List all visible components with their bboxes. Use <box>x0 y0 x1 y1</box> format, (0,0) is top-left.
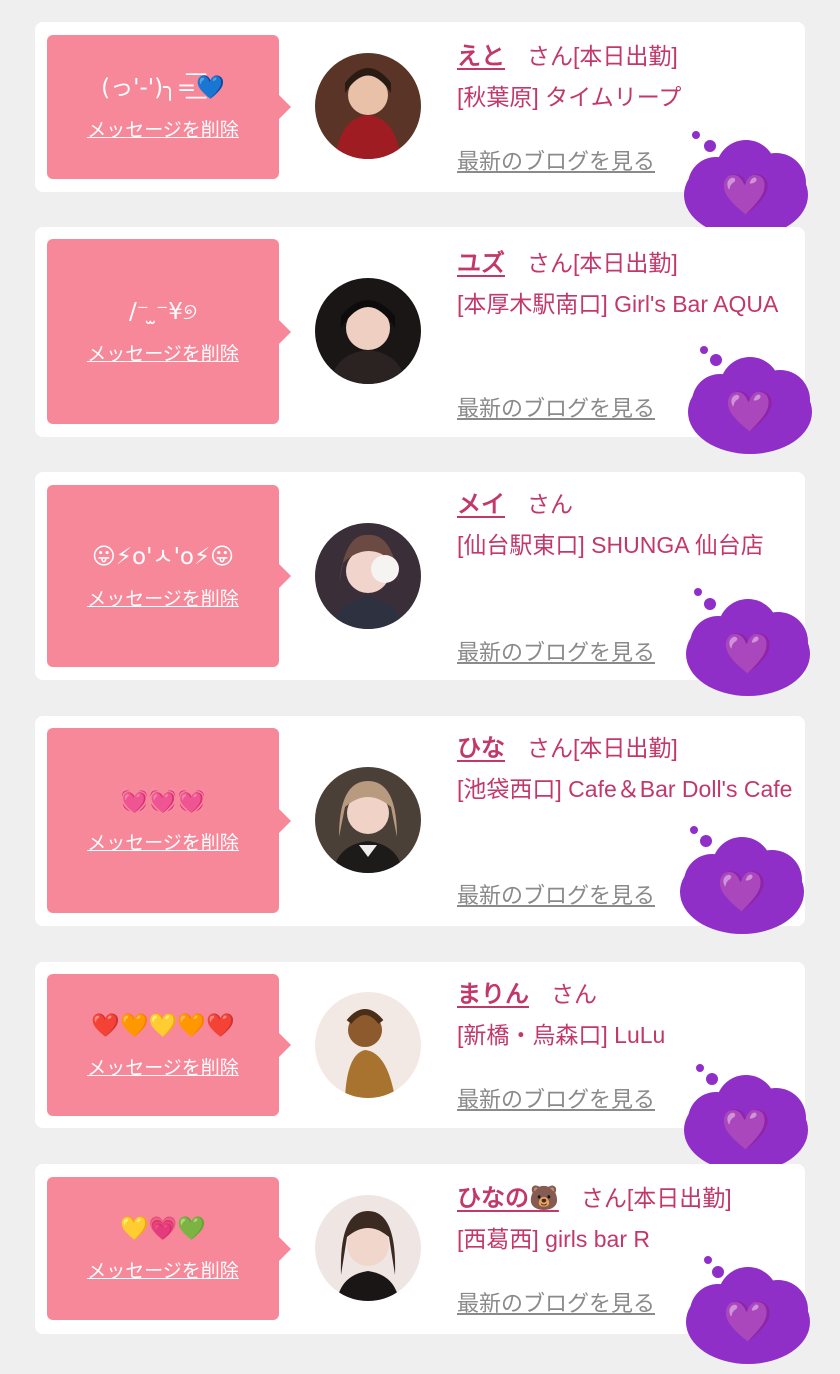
reaction-cloud[interactable]: 💜 <box>678 1252 818 1372</box>
delete-message-link[interactable]: メッセージを削除 <box>87 339 239 366</box>
shop-name: [仙台駅東口] SHUNGA 仙台店 <box>457 532 764 558</box>
purple-heart-icon: 💜 <box>725 389 775 435</box>
message-text: 💓💓💓 <box>120 788 206 814</box>
purple-heart-icon: 💜 <box>721 1107 771 1153</box>
message-bubble: 😛⚡o'ㅅ'o⚡😛 メッセージを削除 <box>47 485 291 667</box>
honorific: さん <box>527 491 573 517</box>
cast-name-link[interactable]: えと <box>457 43 505 70</box>
message-bubble: /⁻ ̫⁻¥୭ メッセージを削除 <box>47 239 291 424</box>
cast-info: メイ さん [仙台駅東口] SHUNGA 仙台店 <box>457 484 793 566</box>
message-text: 😛⚡o'ㅅ'o⚡😛 <box>91 543 235 570</box>
status-badge: [本日出勤] <box>573 250 678 276</box>
avatar[interactable] <box>315 523 421 629</box>
delete-message-link[interactable]: メッセージを削除 <box>87 828 239 855</box>
cast-info: ひな さん[本日出勤] [池袋西口] Cafe＆Bar Doll's Cafe <box>457 728 793 810</box>
message-bubble: ❤️🧡💛🧡❤️ メッセージを削除 <box>47 974 291 1116</box>
cast-name-link[interactable]: メイ <box>457 491 505 518</box>
honorific: さん <box>580 1185 627 1211</box>
status-badge: [本日出勤] <box>573 43 678 69</box>
honorific: さん <box>527 250 573 276</box>
cast-info: ユズ さん[本日出勤] [本厚木駅南口] Girl's Bar AQUA <box>457 243 793 325</box>
latest-blog-link[interactable]: 最新のブログを見る <box>457 1082 655 1114</box>
latest-blog-link[interactable]: 最新のブログを見る <box>457 391 655 423</box>
avatar[interactable] <box>315 53 421 159</box>
status-badge: [本日出勤] <box>626 1185 732 1211</box>
latest-blog-link[interactable]: 最新のブログを見る <box>457 144 655 176</box>
latest-blog-link[interactable]: 最新のブログを見る <box>457 1286 655 1318</box>
message-text: ❤️🧡💛🧡❤️ <box>91 1012 235 1039</box>
delete-message-link[interactable]: メッセージを削除 <box>87 1053 239 1080</box>
purple-heart-icon: 💜 <box>723 1299 773 1345</box>
cast-name-link[interactable]: ユズ <box>457 250 505 277</box>
honorific: さん <box>527 43 573 69</box>
delete-message-link[interactable]: メッセージを削除 <box>87 115 239 142</box>
delete-message-link[interactable]: メッセージを削除 <box>87 1256 239 1283</box>
avatar[interactable] <box>315 1195 421 1301</box>
shop-name: [新橋・烏森口] LuLu <box>457 1022 666 1048</box>
delete-message-link[interactable]: メッセージを削除 <box>87 584 239 611</box>
reaction-cloud[interactable]: 💜 <box>672 822 812 942</box>
cast-info: ひなの🐻 さん[本日出勤] [西葛西] girls bar R <box>457 1178 793 1260</box>
avatar[interactable] <box>315 992 421 1098</box>
shop-name: [本厚木駅南口] Girl's Bar AQUA <box>457 291 779 317</box>
reaction-cloud[interactable]: 💜 <box>678 584 818 704</box>
shop-name: [秋葉原] タイムリープ <box>457 84 682 110</box>
shop-name: [池袋西口] Cafe＆Bar Doll's Cafe <box>457 776 793 802</box>
honorific: さん <box>527 735 573 761</box>
message-bubble: 💓💓💓 メッセージを削除 <box>47 728 291 913</box>
message-bubble: (っ'-')╮=͟͟͞💙 メッセージを削除 <box>47 35 291 179</box>
reaction-cloud[interactable]: 💜 <box>676 1060 816 1180</box>
cast-name-link[interactable]: ひな <box>457 735 505 762</box>
purple-heart-icon: 💜 <box>717 869 767 915</box>
latest-blog-link[interactable]: 最新のブログを見る <box>457 878 655 910</box>
message-text: (っ'-')╮=͟͟͞💙 <box>101 74 225 101</box>
honorific: さん <box>551 981 597 1007</box>
message-bubble: 💛💗💚 メッセージを削除 <box>47 1177 291 1320</box>
cast-name-link[interactable]: まりん <box>457 981 529 1008</box>
message-text: 💛💗💚 <box>120 1216 206 1242</box>
status-badge: [本日出勤] <box>573 735 678 761</box>
avatar[interactable] <box>315 278 421 384</box>
purple-heart-icon: 💜 <box>723 631 773 677</box>
reaction-cloud[interactable]: 💜 <box>680 342 820 462</box>
latest-blog-link[interactable]: 最新のブログを見る <box>457 635 655 667</box>
purple-heart-icon: 💜 <box>721 172 771 218</box>
cast-name-link[interactable]: ひなの🐻 <box>457 1185 559 1212</box>
cast-info: えと さん[本日出勤] [秋葉原] タイムリープ <box>457 36 793 118</box>
message-text: /⁻ ̫⁻¥୭ <box>128 299 198 325</box>
cast-info: まりん さん [新橋・烏森口] LuLu <box>457 974 793 1056</box>
avatar[interactable] <box>315 767 421 873</box>
